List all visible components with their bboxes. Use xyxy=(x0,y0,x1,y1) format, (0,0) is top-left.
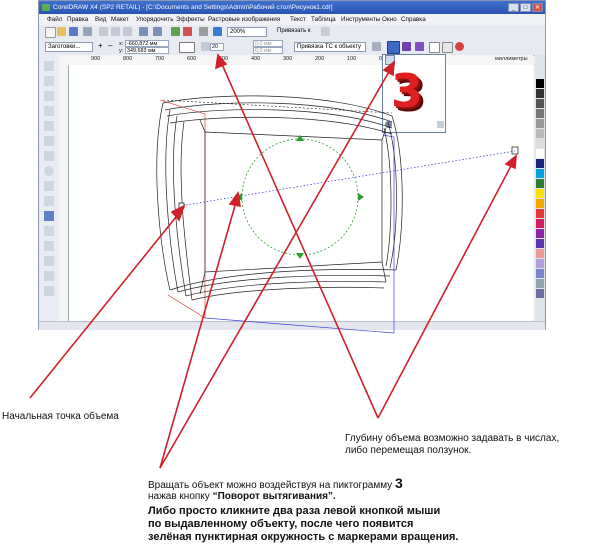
double-click-caption-line2: по выдавленному объекту, после чего появ… xyxy=(148,518,414,530)
rotation-handle-bottom[interactable] xyxy=(296,253,304,259)
rotate-caption-text: Вращать объект можно воздействуя на пикт… xyxy=(148,480,393,491)
rotate-caption-line1: Вращать объект можно воздействуя на пикт… xyxy=(148,475,403,492)
rotate-caption-button-name: “Поворот вытягивания”. xyxy=(212,491,336,502)
depth-caption-line1: Глубину объема возможно задавать в числа… xyxy=(345,433,560,444)
rotate-caption-number: 3 xyxy=(394,475,403,491)
double-click-caption-line1: Либо просто кликните два раза левой кноп… xyxy=(148,505,441,517)
extruded-object[interactable] xyxy=(156,95,403,301)
double-click-caption-line3: зелёная пунктирная окружность с маркерам… xyxy=(148,531,459,543)
annotation-arrows xyxy=(29,53,517,469)
rotation-handle-right[interactable] xyxy=(358,193,364,201)
rotate-caption-pre: нажав кнопку xyxy=(148,491,213,502)
annotation-drawing xyxy=(29,53,519,469)
top-dashed-guide xyxy=(162,99,393,114)
rotate-caption-line2: нажав кнопку “Поворот вытягивания”. xyxy=(148,491,336,503)
start-point-caption: Начальная точка объема xyxy=(2,411,119,422)
extrude-blue-outline xyxy=(204,134,395,334)
depth-caption-line2: либо перемещая ползунок. xyxy=(345,445,472,456)
vanishing-point-marker[interactable] xyxy=(511,146,519,155)
